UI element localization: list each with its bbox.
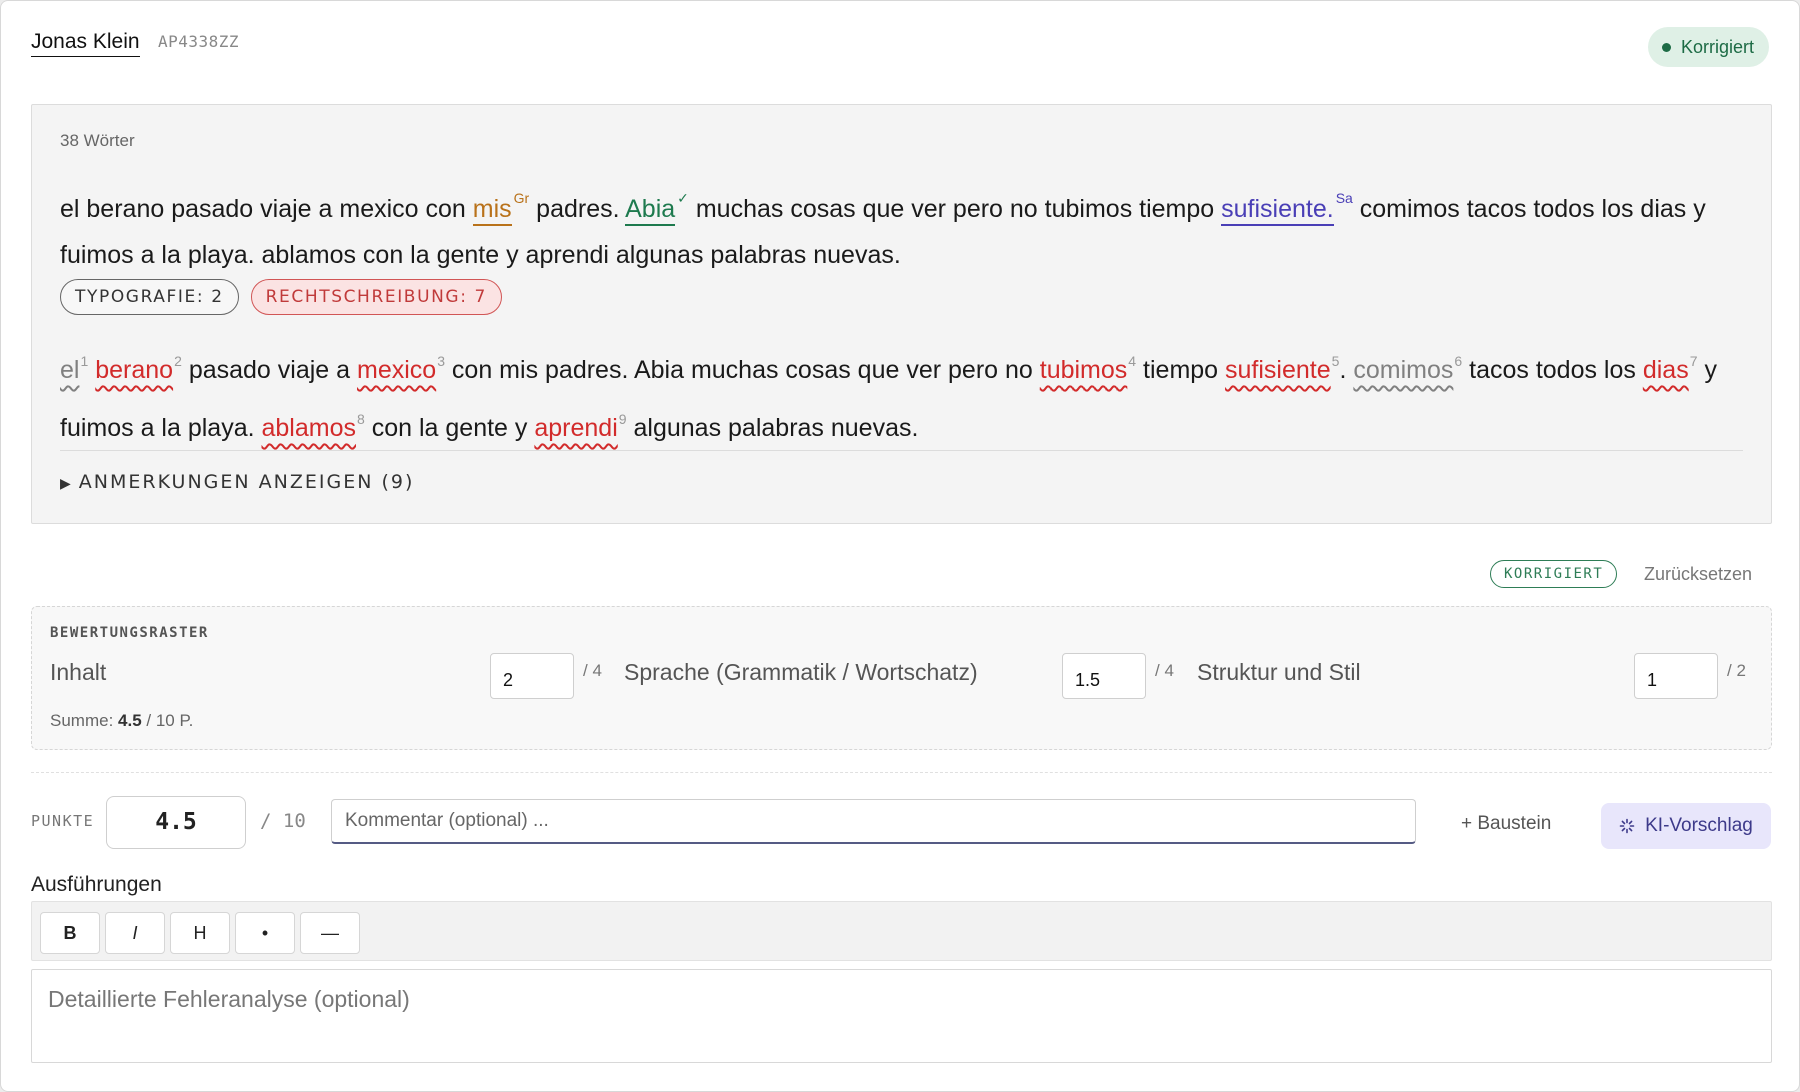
error-number: 6 bbox=[1454, 353, 1463, 369]
syntax-tag: Sa bbox=[1335, 190, 1353, 206]
original-text: el berano pasado viaje a mexico con mis G… bbox=[60, 175, 1750, 278]
word-count: 38 Wörter bbox=[60, 131, 135, 150]
student-id: AP4338ZZ bbox=[158, 32, 240, 51]
comment-input[interactable] bbox=[331, 799, 1416, 844]
text-segment: pasado viaje a bbox=[181, 356, 357, 384]
corrected-badge: KORRIGIERT bbox=[1490, 560, 1618, 588]
error-word[interactable]: tubimos bbox=[1040, 356, 1128, 384]
text-segment: tacos todos los bbox=[1462, 356, 1643, 384]
criterion-input-structure[interactable] bbox=[1634, 653, 1718, 699]
text-segment: el berano pasado viaje a mexico con bbox=[60, 195, 473, 223]
bullet-list-button[interactable]: • bbox=[235, 912, 295, 954]
error-word[interactable]: dias bbox=[1643, 356, 1689, 384]
error-word[interactable]: mexico bbox=[357, 356, 436, 384]
status-badge: Korrigiert bbox=[1647, 27, 1769, 67]
criterion-label-structure: Struktur und Stil bbox=[1197, 659, 1361, 685]
criterion-max: / 4 bbox=[583, 661, 602, 680]
status-badge-label: Korrigiert bbox=[1680, 36, 1754, 57]
text-segment: . bbox=[1339, 356, 1354, 384]
text-segment: padres. bbox=[529, 195, 626, 223]
error-number: 1 bbox=[80, 353, 89, 369]
details-label: Ausführungen bbox=[31, 873, 162, 896]
corrected-text: el1 berano2 pasado viaje a mexico3 con m… bbox=[60, 337, 1750, 453]
error-number: 7 bbox=[1689, 353, 1698, 369]
italic-button[interactable]: I bbox=[105, 912, 165, 954]
error-word[interactable]: el bbox=[60, 356, 79, 384]
error-word[interactable]: ablamos bbox=[262, 414, 357, 442]
error-chips: TYPOGRAFIE: 2 RECHTSCHREIBUNG: 7 bbox=[60, 279, 502, 315]
error-number: 8 bbox=[357, 411, 365, 427]
points-label: PUNKTE bbox=[31, 812, 95, 830]
error-word[interactable]: aprendi bbox=[534, 414, 617, 442]
rubric-panel: BEWERTUNGSRASTER Inhalt / 4 Sprache (Gra… bbox=[31, 606, 1772, 750]
horizontal-rule-button[interactable]: — bbox=[300, 912, 360, 954]
criterion-input-content[interactable] bbox=[490, 653, 574, 699]
criterion-input-language[interactable] bbox=[1062, 653, 1146, 699]
editor-toolbar: B I H • — bbox=[31, 901, 1772, 961]
show-notes-toggle[interactable]: ▶ ANMERKUNGEN ANZEIGEN (9) bbox=[60, 471, 414, 493]
error-word[interactable]: comimos bbox=[1353, 356, 1453, 384]
error-word[interactable]: berano bbox=[95, 356, 173, 384]
sum-suffix: / 10 P. bbox=[141, 711, 194, 730]
reset-button[interactable]: Zurücksetzen bbox=[1644, 564, 1752, 585]
error-number: 4 bbox=[1128, 353, 1137, 369]
heading-button[interactable]: H bbox=[170, 912, 230, 954]
bold-button[interactable]: B bbox=[40, 912, 100, 954]
divider bbox=[60, 450, 1743, 451]
annotated-word-correct[interactable]: Abia bbox=[625, 195, 676, 226]
details-editor[interactable]: Detaillierte Fehleranalyse (optional) bbox=[31, 969, 1772, 1063]
show-notes-label: ANMERKUNGEN ANZEIGEN (9) bbox=[78, 471, 415, 493]
triangle-right-icon: ▶ bbox=[60, 476, 71, 492]
text-segment: tiempo bbox=[1136, 356, 1226, 384]
points-input[interactable] bbox=[106, 796, 246, 849]
grading-card: Jonas Klein AP4338ZZ Korrigiert 38 Wörte… bbox=[0, 0, 1800, 1092]
points-max: / 10 bbox=[260, 810, 306, 832]
text-segment: con mis padres. Abia muchas cosas que ve… bbox=[444, 356, 1040, 384]
annotated-word-grammar[interactable]: mis bbox=[472, 195, 512, 226]
criterion-max: / 2 bbox=[1727, 661, 1746, 680]
sum-value: 4.5 bbox=[118, 711, 142, 730]
spelling-filter-chip[interactable]: RECHTSCHREIBUNG: 7 bbox=[250, 279, 502, 315]
spinner-icon bbox=[1619, 818, 1635, 834]
annotated-word-syntax[interactable]: sufisiente. bbox=[1221, 195, 1334, 226]
text-segment: con la gente y bbox=[364, 414, 535, 442]
typography-filter-chip[interactable]: TYPOGRAFIE: 2 bbox=[60, 279, 239, 315]
error-number: 9 bbox=[618, 411, 627, 427]
criterion-label-language: Sprache (Grammatik / Wortschatz) bbox=[624, 659, 978, 685]
rubric-title: BEWERTUNGSRASTER bbox=[50, 625, 209, 641]
check-icon: ✓ bbox=[677, 190, 689, 206]
section-divider bbox=[31, 772, 1772, 773]
grammar-tag: Gr bbox=[513, 190, 530, 206]
ai-suggestion-button[interactable]: KI-Vorschlag bbox=[1601, 803, 1771, 849]
error-word[interactable]: sufisiente bbox=[1225, 356, 1331, 384]
status-dot-icon bbox=[1661, 42, 1671, 52]
student-name-link[interactable]: Jonas Klein bbox=[31, 29, 140, 57]
add-snippet-button[interactable]: + Baustein bbox=[1461, 813, 1551, 835]
error-number: 3 bbox=[437, 353, 445, 369]
criterion-label-content: Inhalt bbox=[50, 659, 107, 685]
sum-prefix: Summe: bbox=[50, 711, 119, 730]
error-number: 2 bbox=[174, 353, 182, 369]
text-segment: muchas cosas que ver pero no tubimos tie… bbox=[688, 195, 1222, 223]
rubric-sum: Summe: 4.5 / 10 P. bbox=[50, 711, 193, 731]
criterion-max: / 4 bbox=[1155, 661, 1174, 680]
ai-suggestion-label: KI-Vorschlag bbox=[1645, 815, 1753, 836]
essay-panel: 38 Wörter el berano pasado viaje a mexic… bbox=[31, 104, 1772, 524]
text-segment: algunas palabras nuevas. bbox=[626, 414, 919, 442]
